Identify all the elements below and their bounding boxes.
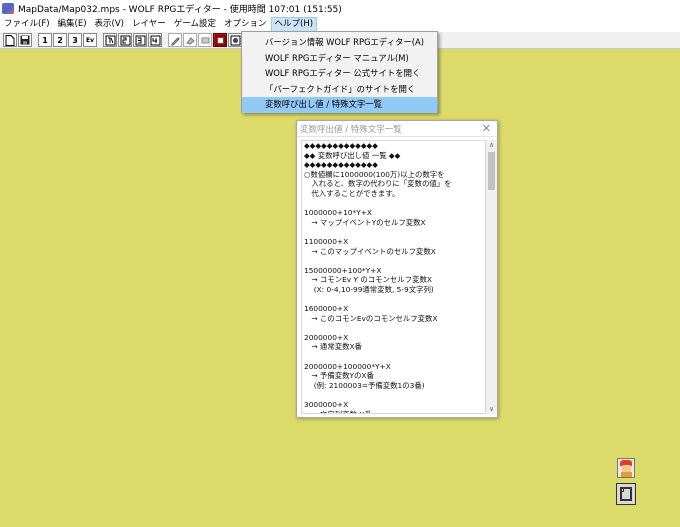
pencil-icon[interactable] [168, 33, 182, 47]
dialog-title: 変数呼出値 / 特殊文字一覧 [300, 124, 402, 135]
text-line: 1600000+X [304, 304, 349, 314]
variable-list-dialog: 変数呼出値 / 特殊文字一覧 ✕ ◆◆◆◆◆◆◆◆◆◆◆◆◆ ◆◆ 変数呼び出し値… [296, 120, 498, 418]
text-line: ◆◆◆◆◆◆◆◆◆◆◆◆◆ [304, 160, 378, 170]
text-line [304, 352, 483, 362]
variable-list-text[interactable]: ◆◆◆◆◆◆◆◆◆◆◆◆◆ ◆◆ 変数呼び出し値 一覧 ◆◆ ◆◆◆◆◆◆◆◆◆◆◆… [301, 140, 486, 414]
menu-item-version-info[interactable]: バージョン情報 WOLF RPGエディター(A) [242, 35, 437, 51]
title-bar: MapData/Map032.mps - WOLF RPGエディター - 使用時… [0, 0, 680, 17]
text-line [304, 323, 483, 333]
text-line: 15000000+100*Y+X [304, 265, 382, 275]
text-line [304, 295, 483, 305]
layer-3-button[interactable]: 3 [68, 33, 82, 47]
text-line: → このマップイベントのセルフ変数X [304, 246, 436, 256]
text-line [304, 227, 483, 237]
text-line: → 予備変数YのX番 [304, 371, 374, 381]
new-file-icon[interactable] [3, 33, 17, 47]
text-line: ○数値欄に1000000(100万)以上の数字を [304, 169, 445, 179]
app-icon [2, 3, 14, 14]
save-icon[interactable] [18, 33, 32, 47]
menu-item-variable-list[interactable]: 変数呼び出し値 / 特殊文字一覧 [242, 97, 437, 113]
text-line: ◆◆◆◆◆◆◆◆◆◆◆◆◆ [304, 141, 378, 150]
menu-layer[interactable]: レイヤー [128, 17, 170, 32]
chevron-down-icon[interactable]: ∨ [486, 404, 497, 414]
menu-edit[interactable]: 編集(E) [54, 17, 91, 32]
menu-item-official-site[interactable]: WOLF RPGエディター 公式サイトを開く [242, 66, 437, 82]
dialog-body: ◆◆◆◆◆◆◆◆◆◆◆◆◆ ◆◆ 変数呼び出し値 一覧 ◆◆ ◆◆◆◆◆◆◆◆◆◆◆… [298, 137, 498, 417]
text-line: → マップイベントYのセルフ変数X [304, 217, 426, 227]
text-line: 代入することができます。 [304, 188, 400, 198]
menu-file[interactable]: ファイル(F) [0, 17, 54, 32]
menu-item-perfect-guide[interactable]: 「パーフェクトガイド」のサイトを開く [242, 82, 437, 98]
text-line: 1100000+X [304, 236, 349, 246]
zoom-3-icon[interactable] [133, 33, 147, 47]
text-line: 1000000+10*Y+X [304, 208, 372, 218]
text-line [304, 390, 483, 400]
text-line: → 文字列変数 X番 [304, 410, 483, 413]
scroll-thumb[interactable] [488, 152, 495, 190]
fill-tool-icon[interactable] [183, 33, 197, 47]
menu-item-manual[interactable]: WOLF RPGエディター マニュアル(M) [242, 51, 437, 67]
map-tool-palette [614, 455, 638, 510]
close-icon[interactable]: ✕ [482, 123, 491, 134]
menu-game-settings[interactable]: ゲーム設定 [170, 17, 220, 32]
window-title: MapData/Map032.mps - WOLF RPGエディター - 使用時… [18, 5, 342, 15]
help-dropdown-menu: バージョン情報 WOLF RPGエディター(A) WOLF RPGエディター マ… [241, 31, 438, 113]
player-character-icon[interactable] [617, 458, 635, 478]
menu-options[interactable]: オプション [220, 17, 271, 32]
text-line: → このコモンEvのコモンセルフ変数X [304, 313, 438, 323]
zoom-2-icon[interactable] [118, 33, 132, 47]
chevron-up-icon[interactable]: ∧ [486, 140, 497, 150]
text-line [304, 199, 483, 209]
rect-tool-icon[interactable] [198, 33, 212, 47]
zoom-4-icon[interactable] [148, 33, 162, 47]
map-chip-icon[interactable] [616, 483, 636, 505]
text-line: 入れると、数字の代わりに「変数の値」を [304, 179, 452, 189]
text-line: (X: 0-4,10-99通常変数, 5-9文字列) [304, 284, 434, 294]
dialog-title-bar: 変数呼出値 / 特殊文字一覧 ✕ [297, 121, 497, 137]
text-line: 2000000+100000*Y+X [304, 361, 391, 371]
text-line: 2000000+X [304, 332, 349, 342]
layer-1-button[interactable]: 1 [38, 33, 52, 47]
text-line: → コモンEv Y のコモンセルフ変数X [304, 275, 432, 285]
menu-help[interactable]: ヘルプ(H) [270, 17, 318, 32]
text-line: → 通常変数X番 [304, 342, 362, 352]
menu-view[interactable]: 表示(V) [91, 17, 128, 32]
text-line: ◆◆ 変数呼び出し値 一覧 ◆◆ [304, 150, 401, 160]
layer-2-button[interactable]: 2 [53, 33, 67, 47]
text-line: 3000000+X [304, 400, 349, 410]
text-line: (例: 2100003=予備変数1の3番) [304, 380, 425, 390]
text-line [304, 256, 483, 266]
vertical-scrollbar[interactable]: ∧ ∨ [486, 140, 497, 414]
zoom-1-icon[interactable] [103, 33, 117, 47]
menubar: ファイル(F) 編集(E) 表示(V) レイヤー ゲーム設定 オプション ヘルプ… [0, 17, 680, 32]
resource-icon[interactable] [228, 33, 242, 47]
database-icon[interactable] [213, 33, 227, 47]
event-layer-button[interactable]: Ev [83, 33, 97, 47]
